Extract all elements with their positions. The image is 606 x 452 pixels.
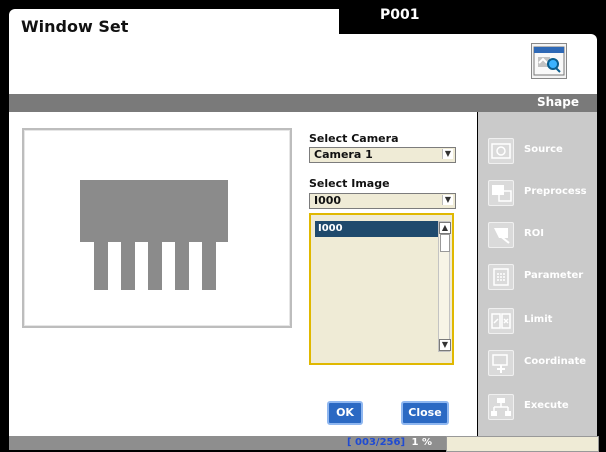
scroll-up-icon[interactable]: ▲ <box>439 222 451 234</box>
sidebar: Source Preprocess ROI Parameter Limit Co… <box>478 112 597 436</box>
list-scrollbar[interactable]: ▲ ▼ <box>438 221 451 352</box>
scroll-thumb[interactable] <box>440 234 450 252</box>
section-label: Shape <box>536 95 579 109</box>
coordinate-icon <box>488 350 514 376</box>
limit-icon <box>488 308 514 334</box>
sidebar-item-label: Limit <box>524 314 553 325</box>
sidebar-item-limit[interactable]: Limit <box>478 306 597 336</box>
chevron-down-icon[interactable]: ▼ <box>442 149 453 159</box>
select-image-label: Select Image <box>309 177 390 190</box>
page-code: P001 <box>380 7 420 23</box>
camera-select-value: Camera 1 <box>314 148 373 161</box>
header-panel <box>9 34 597 88</box>
image-select-value: I000 <box>314 194 342 207</box>
scroll-down-icon[interactable]: ▼ <box>439 339 451 351</box>
sidebar-item-label: Coordinate <box>524 356 587 367</box>
shape-preview <box>80 180 228 290</box>
sidebar-item-label: Execute <box>524 400 569 411</box>
section-band: Shape <box>9 94 597 112</box>
roi-icon <box>488 222 514 248</box>
close-button[interactable]: Close <box>401 401 449 425</box>
image-listbox[interactable]: I000 ▲ ▼ <box>309 213 454 365</box>
source-icon <box>488 138 514 164</box>
sidebar-item-roi[interactable]: ROI <box>478 220 597 250</box>
sidebar-item-label: ROI <box>524 228 544 239</box>
sidebar-item-source[interactable]: Source <box>478 136 597 166</box>
execute-icon <box>488 394 514 420</box>
list-item[interactable]: I000 <box>315 221 443 237</box>
status-text: [ 003/256] 1 % <box>347 437 432 448</box>
camera-select[interactable]: Camera 1 ▼ <box>309 147 456 163</box>
image-select[interactable]: I000 ▼ <box>309 193 456 209</box>
ok-button[interactable]: OK <box>327 401 363 425</box>
sidebar-item-label: Parameter <box>524 270 584 281</box>
sidebar-item-execute[interactable]: Execute <box>478 392 597 422</box>
sidebar-item-parameter[interactable]: Parameter <box>478 262 597 292</box>
chevron-down-icon[interactable]: ▼ <box>442 195 453 205</box>
parameter-icon <box>488 264 514 290</box>
select-camera-label: Select Camera <box>309 132 399 145</box>
progress-percent: 1 % <box>411 437 432 448</box>
sidebar-item-coordinate[interactable]: Coordinate <box>478 348 597 378</box>
image-counter: [ 003/256] <box>347 437 406 448</box>
sidebar-item-label: Preprocess <box>524 186 587 197</box>
sidebar-item-preprocess[interactable]: Preprocess <box>478 178 597 208</box>
sidebar-item-label: Source <box>524 144 563 155</box>
camera-magnifier-icon[interactable] <box>531 43 567 79</box>
preprocess-icon <box>488 180 514 206</box>
